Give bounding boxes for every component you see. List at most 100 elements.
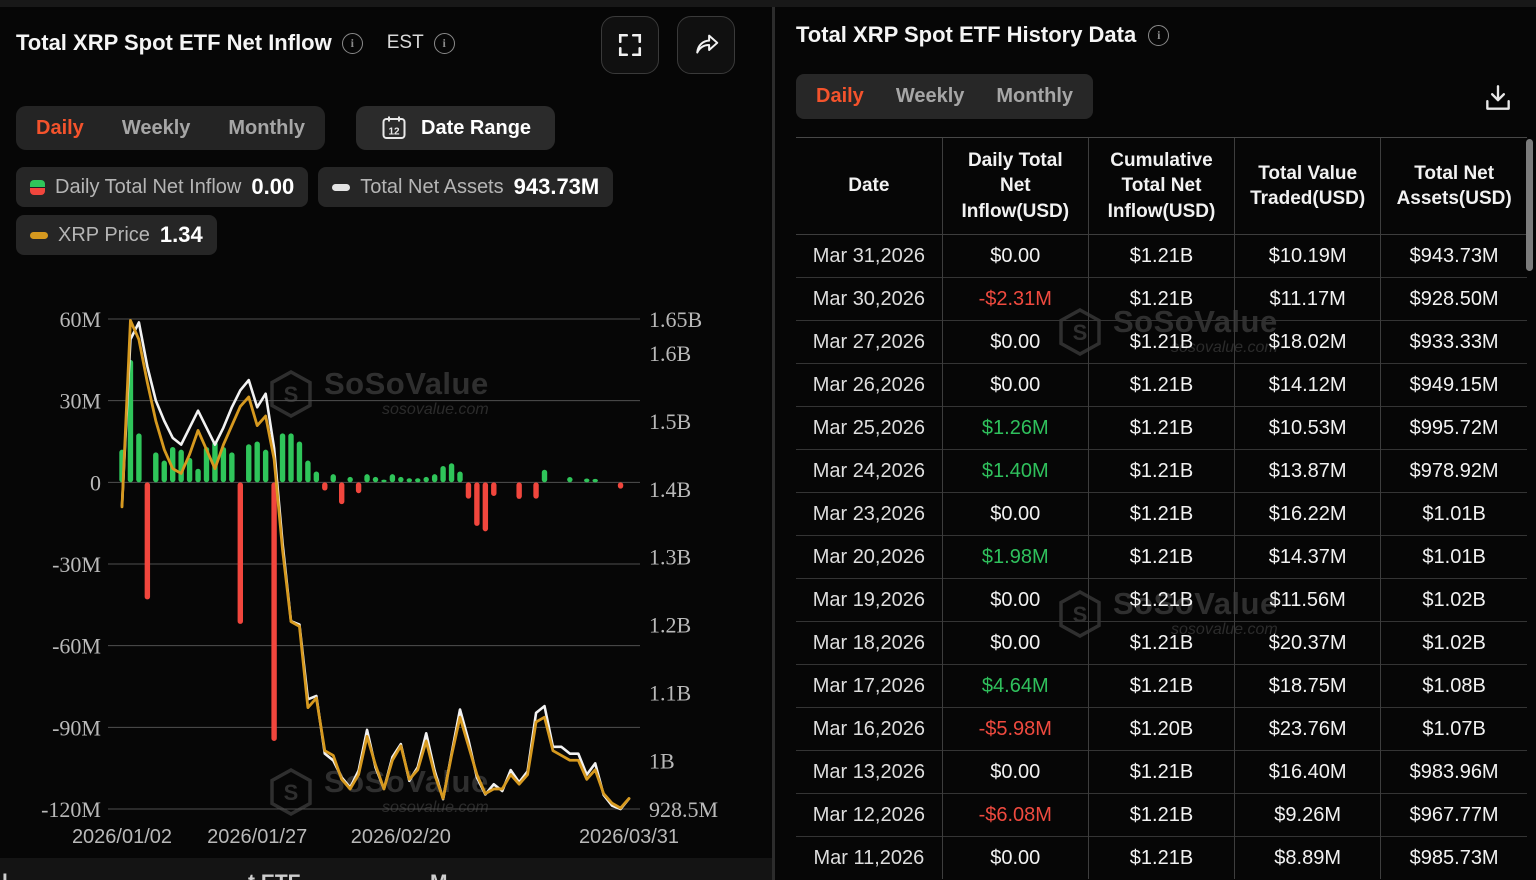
- svg-text:-60M: -60M: [52, 634, 101, 659]
- legend-row: Daily Total Net Inflow 0.00 Total Net As…: [16, 167, 613, 207]
- value-cell: $995.72M: [1381, 407, 1527, 450]
- value-cell: $9.26M: [1235, 794, 1381, 837]
- table-row: Mar 26,2026$0.00$1.21B$14.12M$949.15M: [796, 364, 1527, 407]
- table-info-icon[interactable]: i: [1148, 25, 1169, 46]
- value-cell: $11.17M: [1235, 278, 1381, 321]
- value-cell: $0.00: [942, 235, 1088, 278]
- svg-text:1.65B: 1.65B: [649, 307, 702, 332]
- download-icon: [1482, 82, 1514, 114]
- date-cell: Mar 27,2026: [796, 321, 942, 364]
- tab-daily[interactable]: Daily: [816, 85, 864, 108]
- tab-monthly[interactable]: Monthly: [228, 117, 305, 140]
- table-header: DateDaily Total Net Inflow(USD)Cumulativ…: [796, 138, 1527, 235]
- date-cell: Mar 26,2026: [796, 364, 942, 407]
- date-range-label: Date Range: [421, 117, 531, 140]
- table-header-row: Total XRP Spot ETF History Data i: [796, 22, 1169, 48]
- tab-weekly[interactable]: Weekly: [896, 85, 965, 108]
- value-cell: $985.73M: [1381, 837, 1527, 880]
- table-period-tabs: Daily Weekly Monthly: [796, 74, 1093, 119]
- value-cell: $1.01B: [1381, 493, 1527, 536]
- timezone-label: EST: [387, 32, 424, 54]
- date-cell: Mar 19,2026: [796, 579, 942, 622]
- svg-text:2026/02/20: 2026/02/20: [351, 826, 451, 848]
- value-cell: $1.01B: [1381, 536, 1527, 579]
- value-cell: $1.02B: [1381, 579, 1527, 622]
- chart-header: Total XRP Spot ETF Net Inflow i EST i: [16, 30, 455, 56]
- value-cell: $967.77M: [1381, 794, 1527, 837]
- value-cell: $4.64M: [942, 665, 1088, 708]
- value-cell: $1.21B: [1088, 622, 1234, 665]
- legend-value: 0.00: [251, 174, 294, 200]
- tab-weekly[interactable]: Weekly: [122, 117, 191, 140]
- date-cell: Mar 13,2026: [796, 751, 942, 794]
- value-cell: $14.37M: [1235, 536, 1381, 579]
- legend-label: Daily Total Net Inflow: [55, 176, 241, 199]
- value-cell: $0.00: [942, 364, 1088, 407]
- timezone-info-icon[interactable]: i: [434, 33, 455, 54]
- value-cell: $0.00: [942, 837, 1088, 880]
- svg-text:-90M: -90M: [52, 715, 101, 740]
- tab-monthly[interactable]: Monthly: [996, 85, 1073, 108]
- fullscreen-button[interactable]: [601, 16, 659, 74]
- price-line-icon: [30, 232, 48, 239]
- svg-text:1.1B: 1.1B: [649, 681, 691, 706]
- clipped-footer-text: l t ETF M: [0, 858, 772, 880]
- value-cell: $1.08B: [1381, 665, 1527, 708]
- value-cell: $1.21B: [1088, 364, 1234, 407]
- value-cell: $978.92M: [1381, 450, 1527, 493]
- svg-text:928.5M: 928.5M: [649, 797, 718, 822]
- footer-fragment: t ETF: [248, 871, 301, 880]
- assets-line-icon: [332, 184, 350, 191]
- value-cell: $928.50M: [1381, 278, 1527, 321]
- table-row: Mar 25,2026$1.26M$1.21B$10.53M$995.72M: [796, 407, 1527, 450]
- value-cell: $1.26M: [942, 407, 1088, 450]
- legend-total-net-assets[interactable]: Total Net Assets 943.73M: [318, 167, 613, 207]
- value-cell: $1.21B: [1088, 579, 1234, 622]
- share-icon: [691, 30, 721, 60]
- info-icon[interactable]: i: [342, 33, 363, 54]
- value-cell: $983.96M: [1381, 751, 1527, 794]
- legend-xrp-price[interactable]: XRP Price 1.34: [16, 215, 217, 255]
- history-table: DateDaily Total Net Inflow(USD)Cumulativ…: [796, 137, 1527, 879]
- table-row: Mar 31,2026$0.00$1.21B$10.19M$943.73M: [796, 235, 1527, 278]
- table-row: Mar 20,2026$1.98M$1.21B$14.37M$1.01B: [796, 536, 1527, 579]
- share-button[interactable]: [677, 16, 735, 74]
- date-range-button[interactable]: 12 Date Range: [356, 106, 555, 150]
- table-row: Mar 24,2026$1.40M$1.21B$13.87M$978.92M: [796, 450, 1527, 493]
- svg-text:2026/01/27: 2026/01/27: [207, 826, 307, 848]
- column-header: Daily Total Net Inflow(USD): [942, 138, 1088, 235]
- app-root: Total XRP Spot ETF Net Inflow i EST i Da…: [0, 0, 1536, 880]
- date-cell: Mar 25,2026: [796, 407, 942, 450]
- value-cell: $18.75M: [1235, 665, 1381, 708]
- value-cell: $1.21B: [1088, 450, 1234, 493]
- date-cell: Mar 18,2026: [796, 622, 942, 665]
- table-row: Mar 27,2026$0.00$1.21B$18.02M$933.33M: [796, 321, 1527, 364]
- value-cell: -$5.98M: [942, 708, 1088, 751]
- tab-daily[interactable]: Daily: [36, 117, 84, 140]
- value-cell: $1.98M: [942, 536, 1088, 579]
- value-cell: $13.87M: [1235, 450, 1381, 493]
- chart-actions: [601, 16, 735, 74]
- legend-daily-net-inflow[interactable]: Daily Total Net Inflow 0.00: [16, 167, 308, 207]
- table-row: Mar 17,2026$4.64M$1.21B$18.75M$1.08B: [796, 665, 1527, 708]
- svg-text:-30M: -30M: [52, 552, 101, 577]
- fullscreen-icon: [617, 32, 643, 58]
- svg-text:1B: 1B: [649, 748, 675, 773]
- value-cell: $1.21B: [1088, 321, 1234, 364]
- svg-text:-120M: -120M: [41, 797, 101, 822]
- table-scrollbar[interactable]: [1526, 139, 1533, 271]
- table-row: Mar 18,2026$0.00$1.21B$20.37M$1.02B: [796, 622, 1527, 665]
- value-cell: $16.40M: [1235, 751, 1381, 794]
- table-row: Mar 12,2026-$6.08M$1.21B$9.26M$967.77M: [796, 794, 1527, 837]
- legend-label: Total Net Assets: [360, 176, 503, 199]
- value-cell: $933.33M: [1381, 321, 1527, 364]
- download-button[interactable]: [1482, 82, 1514, 117]
- date-cell: Mar 16,2026: [796, 708, 942, 751]
- value-cell: $16.22M: [1235, 493, 1381, 536]
- table-row: Mar 19,2026$0.00$1.21B$11.56M$1.02B: [796, 579, 1527, 622]
- svg-text:30M: 30M: [59, 389, 101, 414]
- value-cell: $0.00: [942, 321, 1088, 364]
- date-cell: Mar 31,2026: [796, 235, 942, 278]
- legend-value: 943.73M: [514, 174, 600, 200]
- table-row: Mar 13,2026$0.00$1.21B$16.40M$983.96M: [796, 751, 1527, 794]
